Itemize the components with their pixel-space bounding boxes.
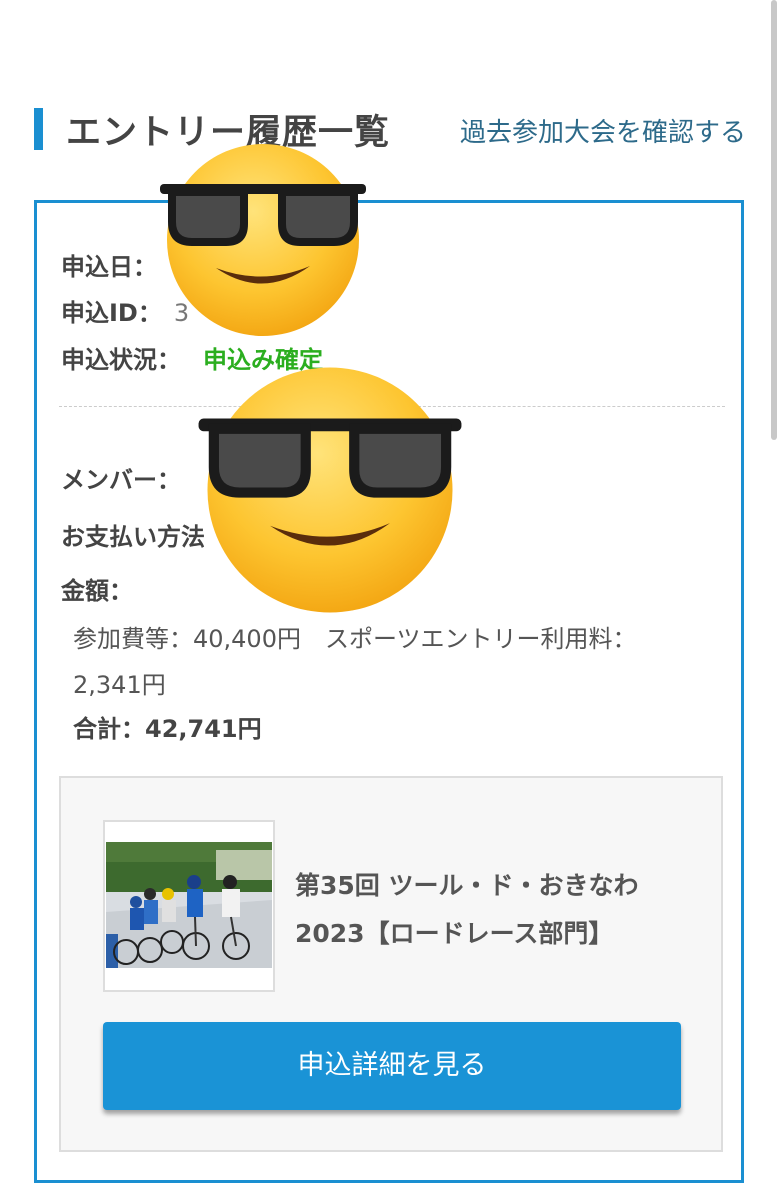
event-box: 第35回 ツール・ド・おきなわ 2023【ロードレース部門】 申込詳細を見る <box>59 776 723 1152</box>
sunglasses-emoji-icon <box>198 367 462 613</box>
entry-id-label: 申込ID： <box>61 299 162 327</box>
amount-label: 金額： <box>61 577 133 605</box>
page-header: エントリー履歴一覧 過去参加大会を確認する <box>34 104 754 153</box>
event-thumbnail[interactable] <box>103 820 275 992</box>
page-scrollbar[interactable] <box>771 0 777 440</box>
past-events-link[interactable]: 過去参加大会を確認する <box>460 112 746 149</box>
event-title[interactable]: 第35回 ツール・ド・おきなわ 2023【ロードレース部門】 <box>295 862 705 958</box>
view-entry-detail-button[interactable]: 申込詳細を見る <box>103 1022 681 1110</box>
entry-date-row: 申込日： <box>61 247 157 282</box>
fee-line-2: 2,341円 <box>73 671 166 699</box>
entry-card: 申込日： 申込ID：3 申込状況：申込み確定 メンバー： お支払い方法 ト 金額… <box>34 200 744 1183</box>
payment-label: お支払い方法 <box>61 523 205 551</box>
sunglasses-emoji-icon <box>160 144 366 336</box>
total-amount: 合計：42,741円 <box>73 715 262 743</box>
title-accent-bar <box>34 108 43 150</box>
payment-row: お支払い方法 <box>61 517 205 552</box>
cycling-race-photo-icon <box>106 842 272 968</box>
member-label: メンバー： <box>61 466 181 494</box>
entry-status-label: 申込状況： <box>61 346 181 374</box>
fee-line-1: 参加費等：40,400円 スポーツエントリー利用料： <box>73 625 637 653</box>
member-row: メンバー： <box>61 460 181 495</box>
amount-row: 金額： <box>61 571 133 606</box>
entry-date-label: 申込日： <box>61 253 157 281</box>
